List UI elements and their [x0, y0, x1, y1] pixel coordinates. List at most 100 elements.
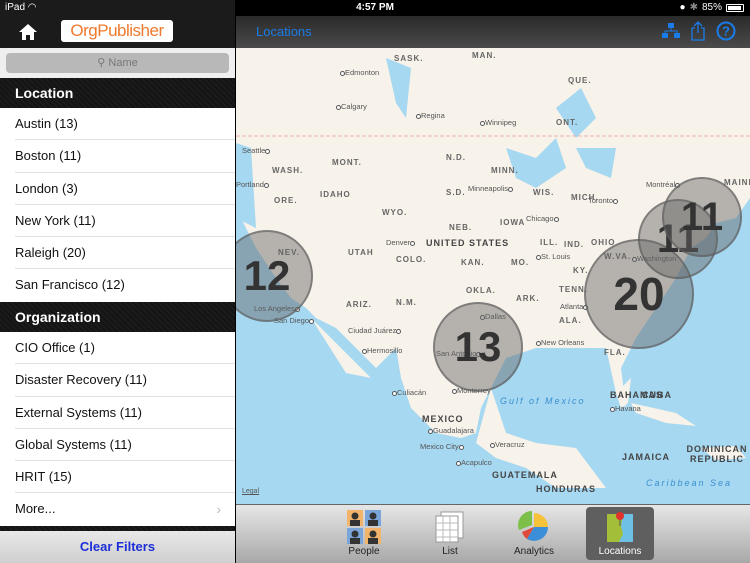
- tab-bar: People List Analytics Locations: [236, 504, 750, 563]
- region-label: ORE.: [274, 196, 298, 205]
- region-label: ONT.: [556, 118, 579, 127]
- region-label: ARK.: [516, 294, 540, 303]
- tab-label: List: [442, 546, 458, 557]
- city-label: Hermosillo: [362, 346, 402, 355]
- search-placeholder: Name: [108, 57, 138, 69]
- tab-label: Analytics: [513, 546, 554, 557]
- search-bar: ⚲ Name: [0, 48, 235, 78]
- region-label: WYO.: [382, 208, 408, 217]
- list-item[interactable]: HRIT (15): [0, 461, 235, 494]
- region-label: S.D.: [446, 188, 466, 197]
- city-label: Havana: [610, 404, 641, 413]
- sidebar: OrgPublisher ⚲ Name Location Austin (13)…: [0, 0, 235, 563]
- status-bar: iPad ◠ 4:57 PM ● ✱ 85%: [0, 0, 750, 16]
- region-label: UTAH: [348, 248, 374, 257]
- battery-percent: 85%: [701, 2, 722, 13]
- more-label: More...: [15, 501, 56, 517]
- region-label: FLA.: [604, 348, 626, 357]
- location-list: Austin (13) Boston (11) London (3) New Y…: [0, 108, 235, 302]
- country-label: MEXICO: [422, 414, 464, 424]
- org-chart-icon[interactable]: [662, 23, 680, 44]
- region-label: COLO.: [396, 255, 427, 264]
- clear-filters-button[interactable]: Clear Filters: [0, 531, 235, 563]
- alarm-icon: ●: [679, 2, 686, 13]
- chevron-right-icon: ›: [216, 501, 221, 518]
- country-label: GUATEMALA: [492, 470, 558, 480]
- list-item[interactable]: Raleigh (20): [0, 237, 235, 270]
- city-label: Seattle: [242, 146, 271, 155]
- country-label: BAHAMAS: [610, 390, 663, 400]
- section-header-location: Location: [0, 78, 235, 108]
- list-item[interactable]: Boston (11): [0, 140, 235, 173]
- region-label: N.D.: [446, 153, 466, 162]
- city-label: Calgary: [336, 102, 367, 111]
- list-icon: [433, 510, 467, 544]
- region-label: IOWA: [500, 218, 526, 227]
- region-label: ALA.: [559, 316, 582, 325]
- sidebar-header: OrgPublisher: [0, 16, 235, 48]
- organization-list: CIO Office (1) Disaster Recovery (11) Ex…: [0, 332, 235, 526]
- city-label: Winnipeg: [480, 118, 516, 127]
- home-icon[interactable]: [18, 23, 38, 41]
- map-view[interactable]: SASK. MAN. QUE. ONT. MONT. WASH. ORE. ID…: [236, 48, 750, 504]
- city-label: Chicago: [526, 214, 559, 223]
- region-label: QUE.: [568, 76, 592, 85]
- wifi-icon: ◠: [27, 2, 37, 13]
- city-label: New Orleans: [536, 338, 584, 347]
- region-label: WASH.: [272, 166, 304, 175]
- svg-text:?: ?: [722, 24, 730, 39]
- city-label: Minneapolis: [468, 184, 514, 193]
- map-cluster[interactable]: 13: [433, 302, 523, 392]
- help-icon[interactable]: ?: [716, 21, 736, 46]
- list-item[interactable]: London (3): [0, 173, 235, 206]
- city-label: St. Louis: [536, 252, 570, 261]
- list-item[interactable]: New York (11): [0, 205, 235, 238]
- region-label: SASK.: [394, 54, 424, 63]
- tab-analytics[interactable]: Analytics: [500, 507, 568, 560]
- list-item[interactable]: External Systems (11): [0, 397, 235, 430]
- region-label: MO.: [511, 258, 530, 267]
- country-label: JAMAICA: [622, 452, 671, 462]
- list-item[interactable]: Austin (13): [0, 108, 235, 141]
- country-label: DOMINICAN REPUBLIC: [686, 444, 748, 464]
- region-label: KY.: [573, 266, 589, 275]
- more-item[interactable]: More... ›: [0, 493, 235, 525]
- city-label: Toronto: [588, 196, 619, 205]
- list-item[interactable]: San Francisco (12): [0, 269, 235, 301]
- list-item[interactable]: Global Systems (11): [0, 429, 235, 462]
- bluetooth-icon: ✱: [689, 2, 698, 13]
- region-label: WIS.: [533, 188, 555, 197]
- tab-label: People: [348, 546, 380, 557]
- sea-label: Caribbean Sea: [646, 478, 733, 488]
- map-pin-icon: [603, 510, 637, 544]
- list-item[interactable]: CIO Office (1): [0, 332, 235, 365]
- tab-list[interactable]: List: [416, 507, 484, 560]
- main-panel: Locations ? SASK. MAN. QUE. ONT. MONT. W…: [236, 0, 750, 563]
- search-icon: ⚲: [97, 57, 109, 69]
- city-label: Denver: [386, 238, 416, 247]
- city-label: Culiacán: [392, 388, 426, 397]
- list-item[interactable]: Disaster Recovery (11): [0, 364, 235, 397]
- region-label: MINN.: [491, 166, 519, 175]
- share-icon[interactable]: [690, 21, 706, 46]
- device-label: iPad: [5, 2, 26, 13]
- search-input[interactable]: ⚲ Name: [6, 53, 229, 73]
- tab-people[interactable]: People: [330, 507, 398, 560]
- legal-link[interactable]: Legal: [242, 488, 259, 495]
- region-label: IDAHO: [320, 190, 351, 199]
- tab-locations[interactable]: Locations: [586, 507, 654, 560]
- people-icon: [347, 510, 381, 544]
- region-label: IND.: [564, 240, 584, 249]
- navbar: Locations ?: [236, 16, 750, 48]
- sea-label: Gulf of Mexico: [500, 396, 586, 406]
- country-label: UNITED STATES: [426, 238, 510, 248]
- region-label: N.M.: [396, 298, 417, 307]
- region-label: KAN.: [461, 258, 485, 267]
- region-label: OKLA.: [466, 286, 496, 295]
- region-label: MAN.: [472, 51, 497, 60]
- city-label: Veracruz: [490, 440, 525, 449]
- map-cluster[interactable]: 11: [662, 177, 742, 257]
- app-logo: OrgPublisher: [61, 20, 173, 42]
- region-label: ARIZ.: [346, 300, 372, 309]
- city-label: Guadalajara: [428, 426, 474, 435]
